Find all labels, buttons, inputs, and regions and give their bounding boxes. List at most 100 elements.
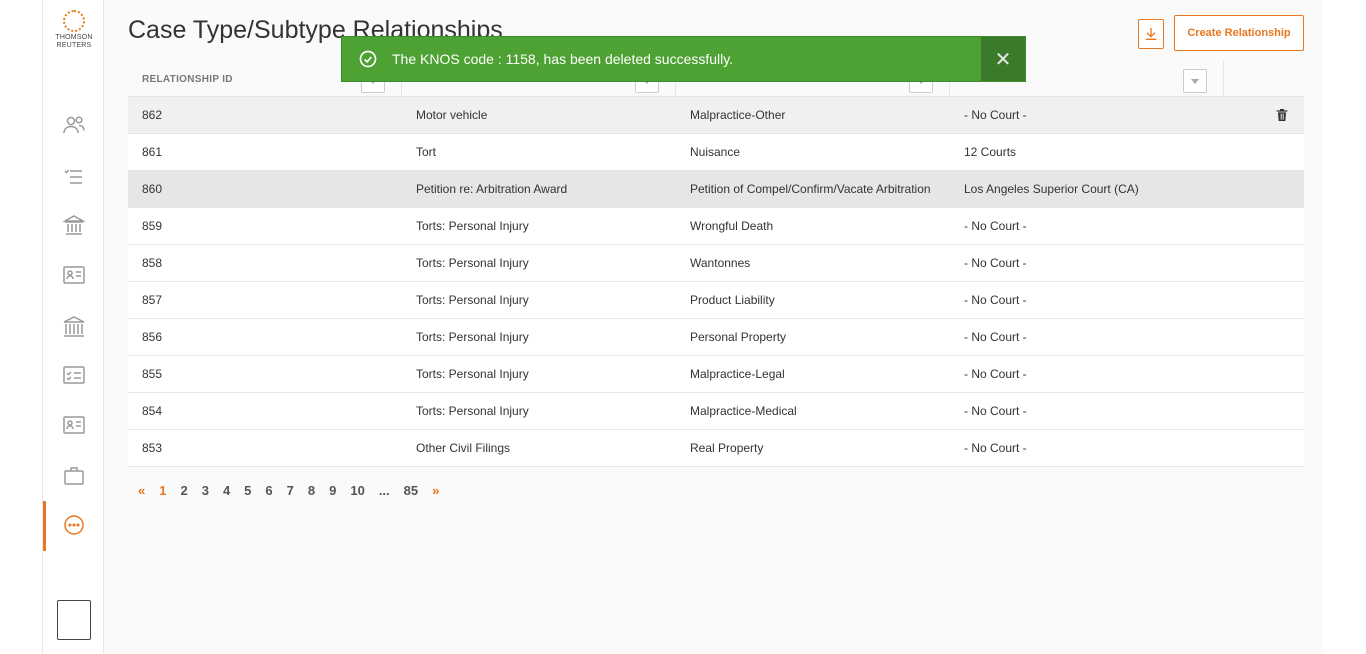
logo-line-2: REUTERS [56, 42, 92, 49]
table-row[interactable]: 862 Motor vehicle Malpractice-Other - No Co… [128, 97, 1304, 134]
cell-subtype: Real Property [690, 441, 764, 455]
pagination-prev[interactable]: « [138, 483, 145, 498]
cell-relationship-id: 858 [142, 256, 163, 270]
pagination-page[interactable]: 4 [223, 483, 230, 498]
cell-case-type: Tort [416, 145, 437, 159]
pagination-page[interactable]: 6 [265, 483, 272, 498]
briefcase-icon [64, 467, 84, 485]
sidebar-item-briefcase[interactable] [43, 456, 105, 496]
pagination-page[interactable]: 9 [329, 483, 336, 498]
task-list-icon [63, 366, 85, 384]
cell-case-type: Torts: Personal Injury [416, 330, 529, 344]
cell-subtype: Product Liability [690, 293, 775, 307]
cell-relationship-id: 861 [142, 145, 163, 159]
download-icon [1145, 28, 1157, 40]
pagination: « 1 2 3 4 5 6 7 8 9 10... 85 » [138, 483, 453, 498]
table-row[interactable]: 856 Torts: Personal Injury Personal Proper… [128, 319, 1304, 356]
filter-dropdown-icon[interactable] [1183, 69, 1207, 93]
cell-actions [1224, 107, 1304, 123]
sidebar-item-list[interactable] [43, 157, 105, 197]
cell-subtype: Malpractice-Other [690, 108, 786, 122]
sidebar-item-institution[interactable] [43, 307, 105, 347]
table-row[interactable]: 860 Petition re: Arbitration Award Petitio… [128, 171, 1304, 208]
cell-courts: - No Court - [964, 293, 1027, 307]
thomson-reuters-logo-icon [63, 10, 85, 32]
cell-case-type: Petition re: Arbitration Award [416, 182, 568, 196]
checklist-icon [64, 169, 82, 184]
more-circle-icon [64, 515, 84, 535]
sidebar-item-tasks[interactable] [43, 355, 105, 395]
courthouse-icon [62, 215, 86, 235]
table-row[interactable]: 857 Torts: Personal Injury Product Liabili… [128, 282, 1304, 319]
column-header-actions [1224, 61, 1304, 97]
cell-courts: - No Court - [964, 219, 1027, 233]
cell-courts: - No Court - [964, 441, 1027, 455]
cell-subtype: Malpractice-Medical [690, 404, 797, 418]
cell-relationship-id: 856 [142, 330, 163, 344]
cell-relationship-id: 854 [142, 404, 163, 418]
sidebar: THOMSON REUTERS [42, 0, 104, 654]
pagination-page[interactable]: 3 [202, 483, 209, 498]
sidebar-item-more[interactable] [43, 501, 105, 551]
cell-case-type: Other Civil Filings [416, 441, 511, 455]
download-button[interactable] [1138, 19, 1164, 49]
cell-courts: Los Angeles Superior Court (CA) [964, 182, 1139, 196]
pagination-page[interactable]: 5 [244, 483, 251, 498]
cell-courts: - No Court - [964, 256, 1027, 270]
cell-relationship-id: 853 [142, 441, 163, 455]
cell-subtype: Malpractice-Legal [690, 367, 785, 381]
logo-line-1: THOMSON [55, 34, 93, 41]
table-row[interactable]: 858 Torts: Personal Injury Wantonnes - No C… [128, 245, 1304, 282]
cell-case-type: Torts: Personal Injury [416, 367, 529, 381]
cell-relationship-id: 859 [142, 219, 163, 233]
table-row[interactable]: 853 Other Civil Filings Real Property - No … [128, 430, 1304, 467]
cell-subtype: Personal Property [690, 330, 787, 344]
cell-case-type: Torts: Personal Injury [416, 404, 529, 418]
sidebar-item-courts[interactable] [43, 205, 105, 245]
cell-courts: - No Court - [964, 330, 1027, 344]
sidebar-item-profile-card[interactable] [43, 405, 105, 445]
users-icon [63, 116, 85, 134]
cell-relationship-id: 860 [142, 182, 163, 196]
pagination-page[interactable]: 2 [180, 483, 187, 498]
cell-case-type: Torts: Personal Injury [416, 219, 529, 233]
column-header-label: RELATIONSHIP ID [142, 73, 233, 85]
table-row[interactable]: 854 Torts: Personal Injury Malpractice-Med… [128, 393, 1304, 430]
pagination-next[interactable]: » [432, 483, 439, 498]
sidebar-item-id-card[interactable] [43, 255, 105, 295]
cell-courts: - No Court - [964, 404, 1027, 418]
close-icon: ✕ [994, 48, 1012, 71]
bank-icon [63, 316, 85, 337]
trash-icon[interactable] [1274, 107, 1290, 123]
cell-relationship-id: 862 [142, 108, 163, 122]
user-avatar[interactable] [57, 600, 91, 640]
relationships-table: RELATIONSHIP ID COURTS 862Motor vehicleM… [128, 61, 1304, 467]
check-circle-icon [359, 50, 377, 68]
table-row[interactable]: 859 Torts: Personal Injury Wrongful Death -… [128, 208, 1304, 245]
pagination-page[interactable]: 8 [308, 483, 315, 498]
pagination-page[interactable]: 85 [404, 483, 418, 498]
cell-subtype: Wantonnes [690, 256, 751, 270]
cell-subtype: Nuisance [690, 145, 741, 159]
sidebar-item-users[interactable] [43, 105, 105, 145]
cell-courts: 12 Courts [964, 145, 1017, 159]
cell-case-type: Torts: Personal Injury [416, 256, 529, 270]
cell-relationship-id: 855 [142, 367, 163, 381]
pagination-ellipsis[interactable]: ... [379, 483, 390, 498]
cell-courts: - No Court - [964, 367, 1027, 381]
main-content: Case Type/Subtype Relationships Create R… [104, 0, 1323, 654]
logo: THOMSON REUTERS [43, 10, 105, 50]
cell-relationship-id: 857 [142, 293, 163, 307]
table-row[interactable]: 855 Torts: Personal Injury Malpractice-Leg… [128, 356, 1304, 393]
toast-close-button[interactable]: ✕ [981, 37, 1025, 81]
toast-message: The KNOS code : 1158, has been deleted s… [392, 51, 734, 67]
pagination-page[interactable]: 10 [350, 483, 364, 498]
cell-case-type: Torts: Personal Injury [416, 293, 529, 307]
cell-courts: - No Court - [964, 108, 1027, 122]
success-toast: The KNOS code : 1158, has been deleted s… [341, 36, 1026, 82]
pagination-page[interactable]: 1 [159, 483, 166, 498]
table-row[interactable]: 861 Tort Nuisance 12 Courts [128, 134, 1304, 171]
cell-subtype: Wrongful Death [690, 219, 774, 233]
pagination-page[interactable]: 7 [287, 483, 294, 498]
create-relationship-button[interactable]: Create Relationship [1174, 15, 1304, 51]
